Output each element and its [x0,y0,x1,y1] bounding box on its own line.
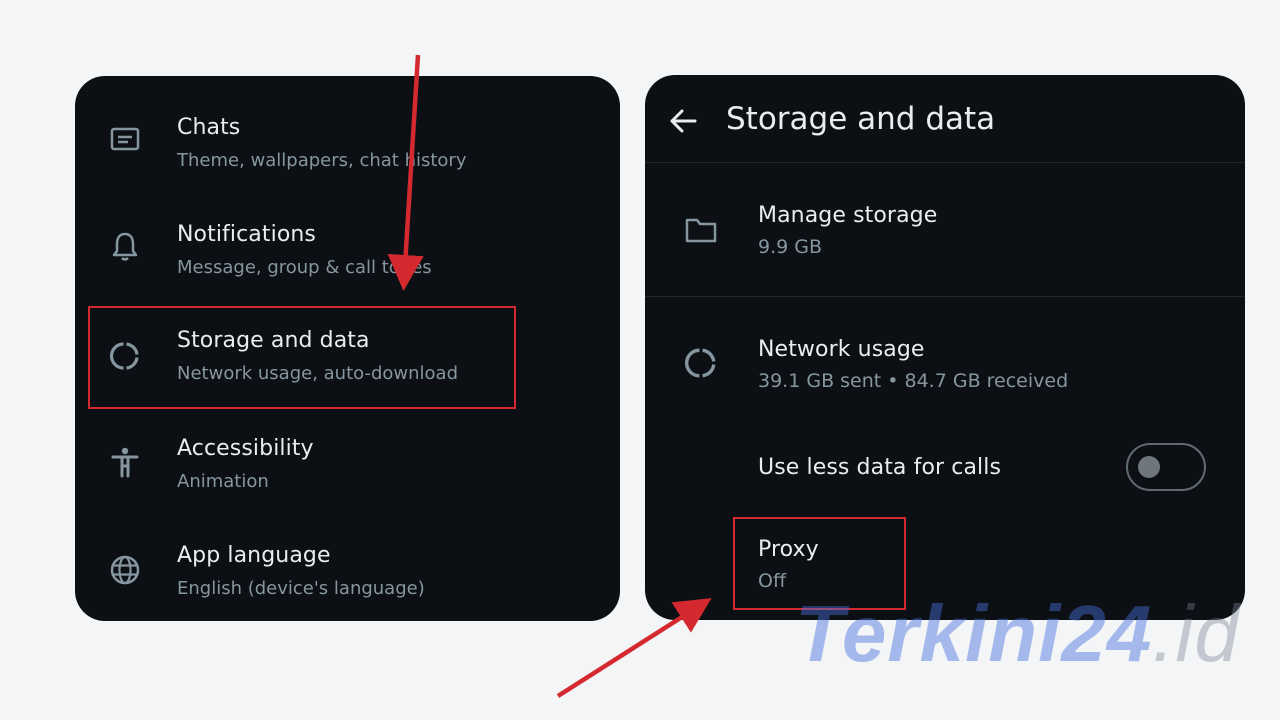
watermark-suffix: .id [1152,589,1240,678]
arrow-to-proxy [556,598,712,698]
arrow-to-storage [387,54,424,291]
watermark-brand: Terkini [795,589,1062,678]
watermark-number: 24 [1061,589,1153,678]
watermark-logo: Terkini24.id [795,588,1240,680]
